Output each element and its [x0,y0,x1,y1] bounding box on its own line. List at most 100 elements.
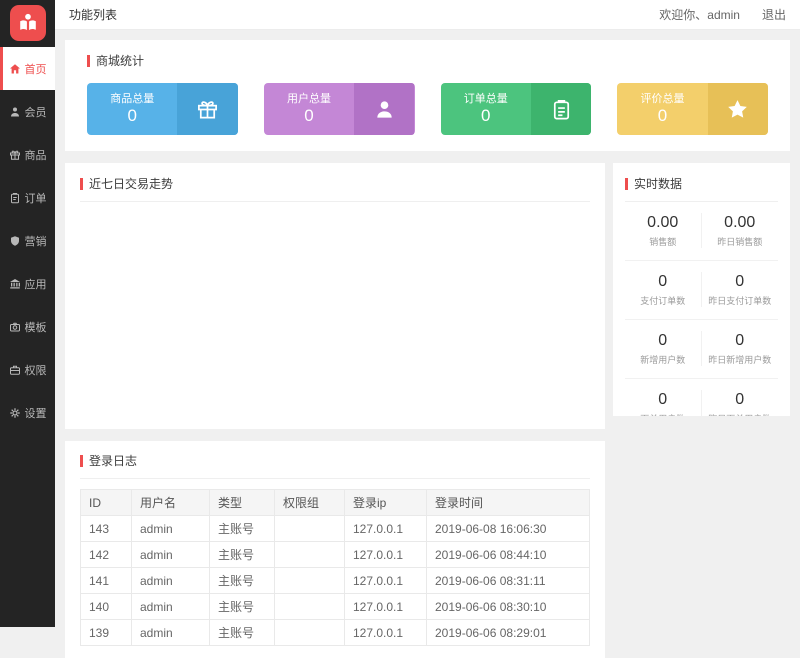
realtime-stat: 0 新增用户数 [625,331,702,366]
section-marker [625,178,628,190]
sidebar: 首页 会员 商品 订单 营销 应用 模板 权限 [0,0,55,627]
stat-label: 新增用户数 [625,353,701,366]
col-login-time: 登录时间 [427,490,590,516]
card-label: 评价总量 [640,92,684,106]
mall-stats-panel: 商城统计 商品总量 0 用户总量 0 [65,40,790,151]
card-value: 0 [481,106,490,126]
sidebar-item-goods[interactable]: 商品 [0,133,55,176]
section-title: 商城统计 [96,52,144,69]
card-info: 订单总量 0 [441,83,531,135]
sidebar-item-order[interactable]: 订单 [0,176,55,219]
member-icon [9,106,21,118]
middle-row: 近七日交易走势 实时数据 0.00 销售额 0.00 昨日销售额 [65,163,790,429]
logo-icon [17,11,39,36]
realtime-stat: 0 下单用户数 [625,390,702,416]
stat-value: 0 [702,331,779,350]
card-icon-box [531,83,591,135]
stat-value: 0 [702,272,779,291]
realtime-stat: 0.00 销售额 [625,213,702,248]
stat-value: 0 [625,331,701,350]
app-logo[interactable] [10,5,46,41]
stat-label: 下单用户数 [625,412,701,416]
card-icon-box [708,83,768,135]
cell-permission-group [275,620,345,646]
section-title: 近七日交易走势 [89,175,173,192]
cell-type: 主账号 [210,542,275,568]
stat-label: 昨日支付订单数 [702,294,779,307]
realtime-row-paid-orders: 0 支付订单数 0 昨日支付订单数 [625,261,778,320]
realtime-stat: 0 支付订单数 [625,272,702,307]
login-log-panel: 登录日志 ID 用户名 类型 权限组 登录ip 登录时间 143 [65,441,605,658]
realtime-row-ordering-users: 0 下单用户数 0 昨日下单用户数 [625,379,778,416]
cell-permission-group [275,542,345,568]
stat-cards: 商品总量 0 用户总量 0 订单总量 0 [87,83,768,135]
cell-login-ip: 127.0.0.1 [345,620,427,646]
settings-icon [9,407,21,419]
realtime-stat: 0 昨日支付订单数 [702,272,779,307]
stat-label: 支付订单数 [625,294,701,307]
table-row: 142 admin 主账号 127.0.0.1 2019-06-06 08:44… [81,542,590,568]
col-type: 类型 [210,490,275,516]
cell-id: 141 [81,568,132,594]
stat-card-goods[interactable]: 商品总量 0 [87,83,238,135]
clipboard-icon [550,98,573,121]
gift-icon [196,98,219,121]
cell-username: admin [132,542,210,568]
col-username: 用户名 [132,490,210,516]
section-marker [80,178,83,190]
cell-permission-group [275,568,345,594]
sidebar-item-member[interactable]: 会员 [0,90,55,133]
topbar: 功能列表 欢迎你、admin 退出 [55,0,800,30]
trade-trend-panel: 近七日交易走势 [65,163,605,429]
sidebar-item-permission[interactable]: 权限 [0,348,55,391]
card-label: 商品总量 [110,92,154,106]
sidebar-item-home[interactable]: 首页 [0,47,55,90]
logout-link[interactable]: 退出 [762,6,786,23]
stat-card-orders[interactable]: 订单总量 0 [441,83,592,135]
sidebar-item-app[interactable]: 应用 [0,262,55,305]
stat-card-users[interactable]: 用户总量 0 [264,83,415,135]
stat-label: 销售额 [625,235,701,248]
template-icon [9,321,21,333]
cell-login-time: 2019-06-08 16:06:30 [427,516,590,542]
sidebar-item-label: 营销 [25,233,47,249]
sidebar-item-label: 首页 [25,61,47,77]
card-info: 用户总量 0 [264,83,354,135]
cell-login-ip: 127.0.0.1 [345,568,427,594]
order-icon [9,192,21,204]
sidebar-item-marketing[interactable]: 营销 [0,219,55,262]
stat-value: 0 [702,390,779,409]
card-value: 0 [127,106,136,126]
stat-label: 昨日销售额 [702,235,779,248]
table-row: 141 admin 主账号 127.0.0.1 2019-06-06 08:31… [81,568,590,594]
section-marker [80,455,83,467]
realtime-data-panel: 实时数据 0.00 销售额 0.00 昨日销售额 0 支付订单数 0 [613,163,790,416]
card-icon-box [354,83,414,135]
cell-permission-group [275,594,345,620]
card-info: 商品总量 0 [87,83,177,135]
cell-username: admin [132,620,210,646]
cell-login-time: 2019-06-06 08:44:10 [427,542,590,568]
stat-value: 0 [625,272,701,291]
login-log-table: ID 用户名 类型 权限组 登录ip 登录时间 143 admin 主账号 12… [80,489,590,646]
cell-login-time: 2019-06-06 08:30:10 [427,594,590,620]
stat-value: 0 [625,390,701,409]
realtime-header: 实时数据 [625,175,778,202]
cell-id: 143 [81,516,132,542]
app-icon [9,278,21,290]
cell-username: admin [132,568,210,594]
cell-id: 140 [81,594,132,620]
sidebar-item-label: 模板 [25,319,47,335]
sidebar-item-template[interactable]: 模板 [0,305,55,348]
col-permission-group: 权限组 [275,490,345,516]
realtime-stat: 0 昨日下单用户数 [702,390,779,416]
sidebar-item-label: 权限 [25,362,47,378]
sidebar-nav: 首页 会员 商品 订单 营销 应用 模板 权限 [0,47,55,434]
home-icon [9,63,21,75]
sidebar-item-settings[interactable]: 设置 [0,391,55,434]
table-row: 139 admin 主账号 127.0.0.1 2019-06-06 08:29… [81,620,590,646]
goods-icon [9,149,21,161]
topbar-user-area: 欢迎你、admin 退出 [659,6,786,23]
stat-card-reviews[interactable]: 评价总量 0 [617,83,768,135]
card-value: 0 [658,106,667,126]
